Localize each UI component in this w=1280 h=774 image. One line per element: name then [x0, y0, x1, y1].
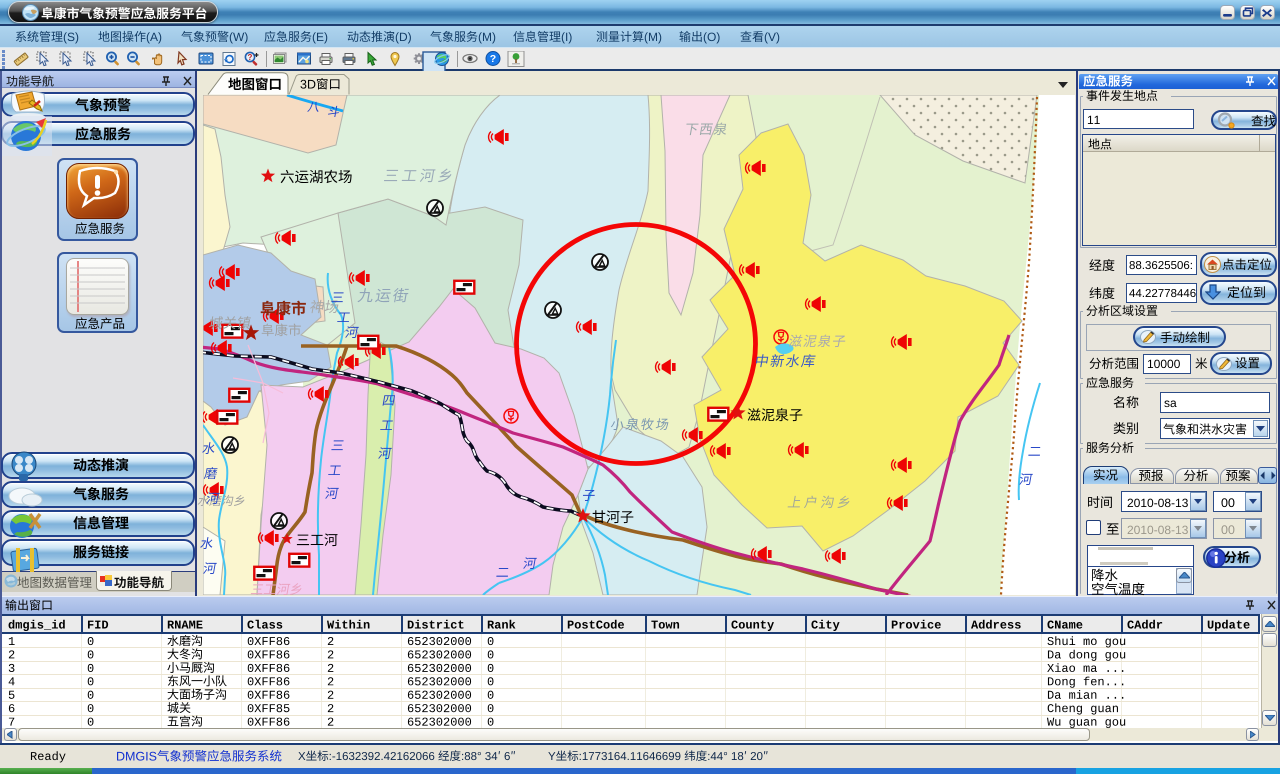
svg-text:?: ? — [248, 53, 253, 62]
svg-text:?: ? — [490, 53, 496, 65]
